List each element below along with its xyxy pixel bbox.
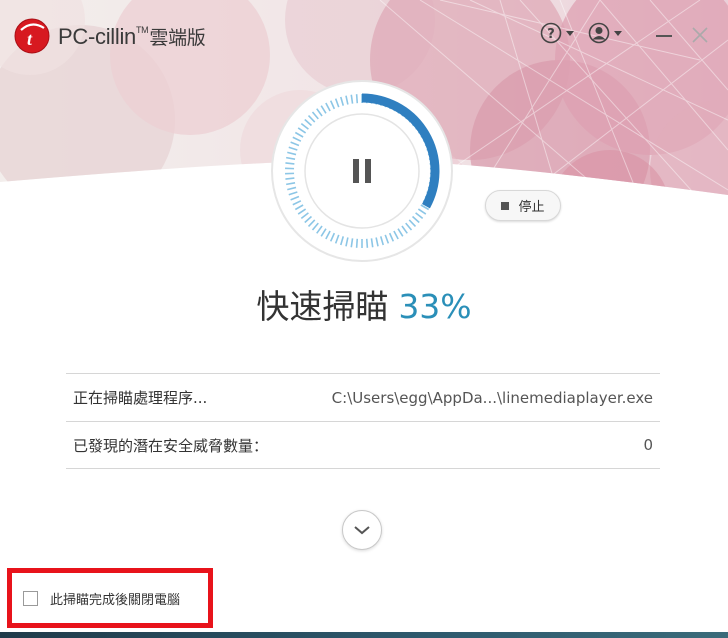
app-logo: t PC-cillinTM雲端版 [14,18,206,54]
threats-found-count: 0 [643,436,653,454]
threats-found-row: 已發現的潛在安全威脅數量： 0 [66,421,660,469]
brand-name: PC-cillinTM雲端版 [58,23,206,49]
scan-current-file-row: 正在掃瞄處理程序... C:\Users\egg\AppDa...\lineme… [66,373,660,421]
scan-progress-ring [270,79,454,263]
help-menu-button[interactable]: ? [540,19,574,47]
stop-label: 停止 [518,200,545,215]
bottom-edge [0,632,728,638]
current-process-label: 正在掃瞄處理程序... [73,389,208,407]
shutdown-after-scan-label[interactable]: 此掃瞄完成後關閉電腦 [50,589,180,608]
progress-tick [355,238,359,248]
progress-tick [285,162,295,165]
scan-percent: 33% [398,287,472,326]
shutdown-after-scan-checkbox[interactable] [23,590,38,606]
current-process-path: C:\Users\egg\AppDa...\linemediaplayer.ex… [331,388,653,407]
scan-type-label: 快速掃瞄 [256,287,389,326]
chevron-down-icon [354,526,370,535]
help-icon: ? [540,22,562,44]
trend-micro-logo-icon: t [14,18,50,54]
stop-icon [501,201,510,210]
pc-cillin-scan-window: t PC-cillinTM雲端版 ? 停止 快速掃瞄 33% 正在掃瞄處理程序.… [0,0,728,638]
stop-scan-button[interactable]: 停止 [485,190,561,221]
expand-details-button[interactable] [342,510,382,550]
progress-tick [355,94,359,104]
chevron-down-icon [566,30,574,36]
close-button[interactable] [690,19,710,47]
pause-scan-button[interactable] [325,134,399,208]
scan-title: 快速掃瞄 33% [0,280,728,328]
account-menu-button[interactable] [588,19,622,47]
shutdown-after-scan-option: 此掃瞄完成後關閉電腦 [7,568,213,628]
progress-tick [365,238,369,248]
threats-found-label: 已發現的潛在安全威脅數量： [73,436,269,455]
progress-tick [285,177,295,180]
chevron-down-icon [614,30,622,36]
scan-details: 正在掃瞄處理程序... C:\Users\egg\AppDa...\lineme… [66,373,660,469]
minimize-icon [656,35,672,37]
account-icon [588,22,610,44]
close-icon [692,27,708,43]
minimize-button[interactable] [654,19,674,47]
pause-icon [353,159,371,183]
svg-text:?: ? [547,27,555,42]
